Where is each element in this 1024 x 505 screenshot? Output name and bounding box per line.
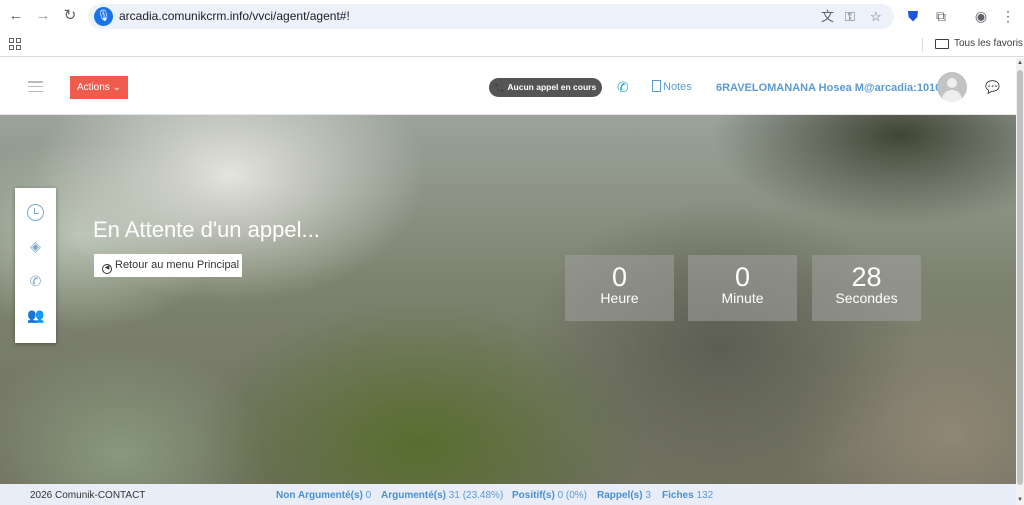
back-to-menu-button[interactable]: ◀ Retour au menu Principal [94,254,242,277]
timer-hours: 0 Heure [565,255,674,321]
bookmarks-bar: Tous les favoris [0,33,1024,57]
waiting-screen: ◈ ✆ 👥 En Attente d'un appel... ◀ Retour a… [0,115,1016,484]
users-icon[interactable]: 👥 [27,307,44,324]
incoming-call-icon[interactable]: ✆ [27,273,44,290]
timer-seconds-label: Secondes [835,290,898,306]
menu-icon[interactable]: ⋮ [999,7,1017,25]
app-viewport: Actions ⌄ 📞 Aucun appel en cours ✆ Notes… [0,58,1016,505]
hamburger-icon[interactable] [28,81,43,93]
timer-hours-label: Heure [600,290,639,306]
scroll-down-arrow[interactable]: ▼ [1016,496,1024,504]
stat-label: Fiches [662,490,694,501]
timer-minutes: 0 Minute [688,255,797,321]
back-arrow-icon[interactable]: ← [7,7,25,25]
back-button-label: Retour au menu Principal [115,259,240,271]
waiting-title: En Attente d'un appel... [93,217,320,242]
timer-seconds-value: 28 [851,262,882,292]
stat-label: Positif(s) [512,490,555,501]
address-bar[interactable]: 🎙 arcadia.comunikcrm.info/vvci/agent/age… [88,4,894,29]
phone-icon[interactable]: ✆ [617,79,629,95]
stat-label: Rappel(s) [597,490,643,501]
key-icon[interactable]: ⚿ [845,9,855,24]
reload-icon[interactable]: ↻ [61,7,79,25]
shield-icon[interactable]: ⛊ [904,7,922,25]
avatar[interactable] [937,72,967,102]
call-status-badge: 📞 Aucun appel en cours [489,78,602,97]
bookmark-folder-label[interactable]: Tous les favoris [954,38,1023,49]
scroll-up-arrow[interactable]: ▲ [1016,59,1024,67]
stat-value: 0 [365,490,372,501]
stat-value: 3 [645,490,651,501]
agent-name[interactable]: 6RAVELOMANANA Hosea M@arcadia:1010 [716,82,941,94]
chat-icon[interactable]: 💬 [985,80,1000,94]
timer-minutes-value: 0 [734,262,751,292]
stat-label: Argumenté(s) [381,490,447,501]
scrollbar-thumb[interactable] [1017,70,1023,485]
notes-icon [652,80,661,92]
apps-icon[interactable] [9,38,21,50]
extensions-icon[interactable]: ⧉ [932,7,950,25]
app-header: Actions ⌄ 📞 Aucun appel en cours ✆ Notes… [0,58,1016,115]
layers-icon[interactable]: ◈ [27,238,44,255]
back-circle-icon: ◀ [102,264,112,274]
stat-label: Non Argumenté(s) [276,490,363,501]
bookmark-divider [922,38,923,52]
actions-button[interactable]: Actions ⌄ [70,76,128,99]
stat-fiches[interactable]: Fiches 132 [662,490,713,501]
stat-value: 31 (23.48%) [448,490,504,501]
clock-icon[interactable] [27,204,44,221]
footer: 2026 Comunik-CONTACT Non Argumenté(s) 0 … [0,484,1016,505]
side-toolbar: ◈ ✆ 👥 [15,188,56,343]
folder-icon[interactable] [935,39,949,49]
copyright: 2026 Comunik-CONTACT [30,490,146,501]
translate-icon[interactable]: 文 [821,9,834,24]
forward-arrow-icon[interactable]: → [34,7,52,25]
url-text[interactable]: arcadia.comunikcrm.info/vvci/agent/agent… [119,9,350,23]
timer-minutes-label: Minute [721,290,764,306]
stat-value: 0 (0%) [557,490,588,501]
timer-seconds: 28 Secondes [812,255,921,321]
mic-icon[interactable]: 🎙 [94,7,113,26]
profile-icon[interactable]: ◉ [972,7,990,25]
stat-value: 132 [696,490,714,501]
browser-toolbar: ← → ↻ 🎙 arcadia.comunikcrm.info/vvci/age… [0,0,1024,33]
stat-argumentes[interactable]: Argumenté(s) 31 (23.48%) [381,490,503,501]
stat-non-argumentes[interactable]: Non Argumenté(s) 0 [276,490,371,501]
stat-rappels[interactable]: Rappel(s) 3 [597,490,651,501]
timer-hours-value: 0 [611,262,628,292]
notes-button[interactable]: Notes [652,80,692,95]
star-icon[interactable]: ☆ [870,9,882,24]
notes-label: Notes [663,81,692,93]
stat-positifs[interactable]: Positif(s) 0 (0%) [512,490,587,501]
